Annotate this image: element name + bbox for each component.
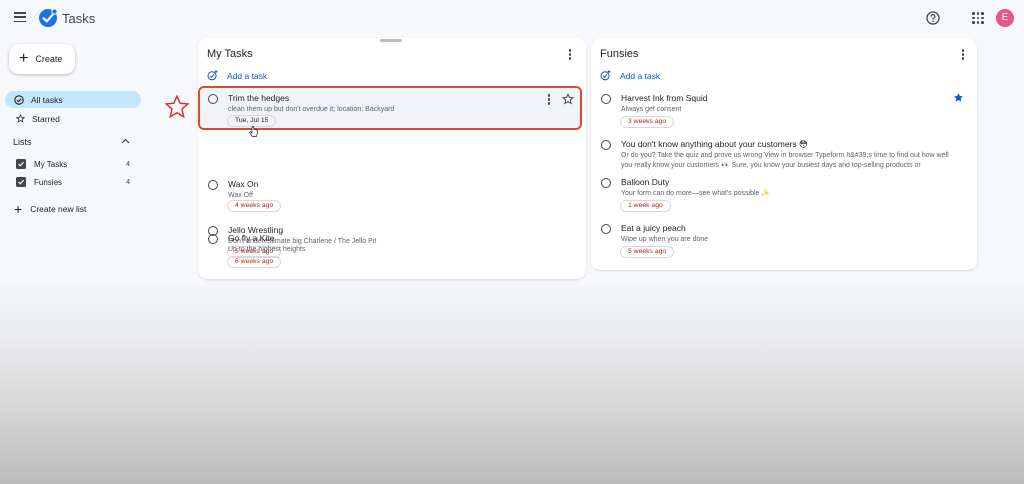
task-item-highlighted[interactable]: Trim the hedges clean them up but don't … [198, 86, 582, 130]
task-notes: Or do you? Take the quiz and prove us wr… [621, 152, 949, 169]
apps-grid-icon[interactable] [972, 12, 984, 24]
task-notes: Always get consent [621, 106, 682, 113]
sidebar-item-label: All tasks [31, 94, 63, 105]
card-title: My Tasks [207, 48, 253, 60]
complete-task-checkbox[interactable] [208, 180, 218, 190]
star-icon [16, 114, 25, 123]
task-more-options-icon[interactable] [547, 94, 551, 106]
task-title: Harvest Ink from Squid [621, 93, 708, 103]
list-count: 4 [126, 178, 130, 186]
task-title: Go fly a Kite [228, 233, 275, 243]
top-bar: Tasks E [0, 0, 1024, 36]
add-task-icon [600, 70, 611, 81]
task-notes: Wax Off [228, 192, 253, 199]
create-new-list-button[interactable]: + Create new list [14, 202, 86, 216]
due-date-chip[interactable]: 3 weeks ago [620, 116, 675, 128]
list-count: 4 [126, 160, 130, 168]
add-task-label: Add a task [227, 70, 268, 81]
checkbox-checked-icon[interactable] [16, 159, 26, 169]
avatar[interactable]: E [996, 9, 1014, 27]
sidebar-list-my-tasks[interactable]: My Tasks 4 [16, 157, 130, 171]
add-task-button[interactable]: Add a task [207, 70, 267, 81]
app-title: Tasks [62, 11, 96, 26]
task-title: Eat a juicy peach [621, 223, 686, 233]
complete-task-checkbox[interactable] [601, 178, 611, 188]
plus-icon: + [19, 50, 29, 67]
hand-cursor-icon [249, 126, 258, 137]
checkbox-checked-icon[interactable] [16, 177, 26, 187]
more-options-icon[interactable] [568, 49, 572, 61]
create-button[interactable]: + Create [9, 44, 75, 74]
complete-task-checkbox[interactable] [208, 94, 218, 104]
star-outline-annotation-icon [164, 94, 190, 119]
task-list-card-funsies: Funsies Add a task Harvest Ink from Squi… [591, 38, 977, 270]
sidebar-item-label: Starred [32, 113, 60, 124]
add-task-button[interactable]: Add a task [600, 70, 660, 81]
menu-icon[interactable] [14, 12, 26, 23]
card-title: Funsies [600, 48, 639, 60]
task-title: Balloon Duty [621, 177, 670, 187]
task-notes: Wipe up when you are done [621, 236, 709, 243]
sidebar-list-funsies[interactable]: Funsies 4 [16, 175, 130, 189]
due-date-chip[interactable]: 4 weeks ago [227, 200, 282, 212]
help-icon[interactable] [926, 11, 940, 25]
task-notes: clean them up but don't overdue it; loca… [228, 106, 395, 113]
sidebar-item-starred[interactable]: Starred [5, 110, 60, 127]
plus-icon: + [14, 201, 23, 217]
task-title: Trim the hedges [228, 93, 290, 103]
lists-heading: Lists [13, 137, 32, 147]
complete-task-checkbox[interactable] [601, 224, 611, 234]
more-options-icon[interactable] [961, 49, 965, 61]
due-date-chip[interactable]: 5 weeks ago [620, 246, 675, 258]
task-notes: Up to the highest heights [228, 246, 306, 253]
task-title: Wax On [228, 179, 259, 189]
complete-task-checkbox[interactable] [601, 140, 611, 150]
task-notes: Your form can do more—see what's possibl… [621, 190, 771, 197]
star-outline-icon[interactable] [562, 93, 574, 105]
list-name: My Tasks [34, 159, 68, 169]
check-circle-icon [14, 94, 24, 105]
sidebar-item-all-tasks[interactable]: All tasks [5, 91, 141, 108]
tasks-logo-icon [39, 8, 58, 27]
task-title: You don't know anything about your custo… [621, 139, 808, 149]
list-name: Funsies [34, 177, 63, 187]
add-task-label: Add a task [620, 70, 661, 81]
due-date-chip[interactable]: 6 weeks ago [227, 256, 282, 268]
star-filled-icon[interactable] [953, 92, 964, 103]
create-label: Create [35, 54, 63, 64]
chevron-up-icon[interactable] [121, 138, 130, 144]
add-task-icon [207, 70, 218, 81]
create-new-list-label: Create new list [30, 204, 87, 214]
complete-task-checkbox[interactable] [601, 94, 611, 104]
due-date-chip[interactable]: 1 week ago [620, 200, 671, 212]
drag-handle[interactable] [380, 39, 402, 42]
complete-task-checkbox[interactable] [208, 234, 218, 244]
